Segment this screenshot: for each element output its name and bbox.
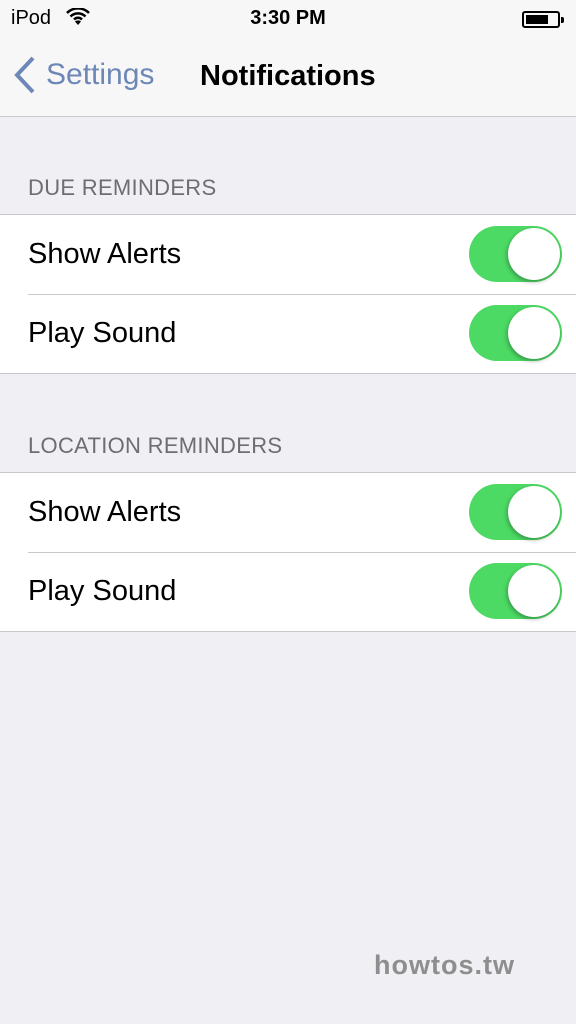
row-label: Play Sound bbox=[28, 575, 177, 607]
due-show-alerts-toggle[interactable] bbox=[469, 226, 562, 282]
row-label: Show Alerts bbox=[28, 496, 182, 528]
back-label: Settings bbox=[46, 58, 155, 91]
section-header-location: LOCATION REMINDERS bbox=[28, 433, 283, 458]
clock: 3:30 PM bbox=[250, 7, 326, 29]
page-title: Notifications bbox=[200, 60, 376, 92]
row-location-show-alerts: Show Alerts bbox=[0, 473, 576, 552]
navigation-bar: Settings Notifications bbox=[0, 40, 576, 117]
status-bar: iPod 3:30 PM bbox=[0, 0, 576, 40]
due-play-sound-toggle[interactable] bbox=[469, 305, 562, 361]
back-button[interactable]: Settings bbox=[14, 56, 154, 94]
battery-icon bbox=[522, 11, 564, 28]
location-show-alerts-toggle[interactable] bbox=[469, 484, 562, 540]
due-reminders-group: Show Alerts Play Sound bbox=[0, 214, 576, 374]
row-location-play-sound: Play Sound bbox=[0, 552, 576, 631]
section-header-due: DUE REMINDERS bbox=[28, 175, 217, 200]
row-label: Show Alerts bbox=[28, 238, 182, 270]
watermark: howtos.tw bbox=[374, 950, 515, 980]
row-due-play-sound: Play Sound bbox=[0, 294, 576, 373]
row-due-show-alerts: Show Alerts bbox=[0, 215, 576, 294]
location-reminders-group: Show Alerts Play Sound bbox=[0, 472, 576, 632]
chevron-left-icon bbox=[14, 56, 35, 94]
row-label: Play Sound bbox=[28, 317, 177, 349]
location-play-sound-toggle[interactable] bbox=[469, 563, 562, 619]
